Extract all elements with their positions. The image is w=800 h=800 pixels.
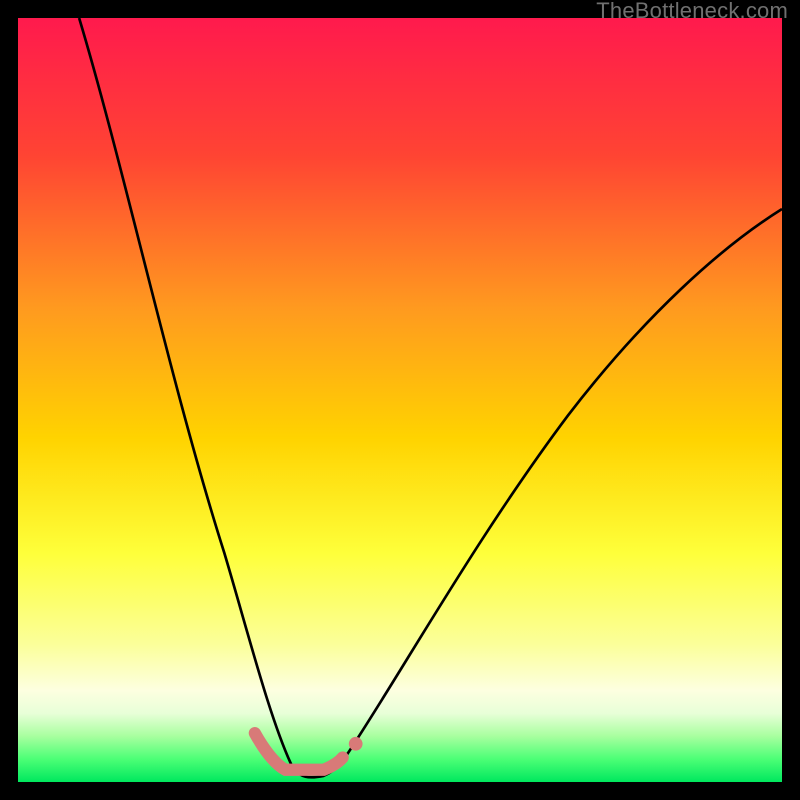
watermark-text: TheBottleneck.com bbox=[596, 0, 788, 24]
optimum-marker bbox=[255, 733, 343, 770]
optimum-marker-end-dot bbox=[349, 737, 363, 751]
bottleneck-curve-line bbox=[79, 18, 782, 777]
bottleneck-curve-svg bbox=[18, 18, 782, 782]
chart-frame bbox=[18, 18, 782, 782]
